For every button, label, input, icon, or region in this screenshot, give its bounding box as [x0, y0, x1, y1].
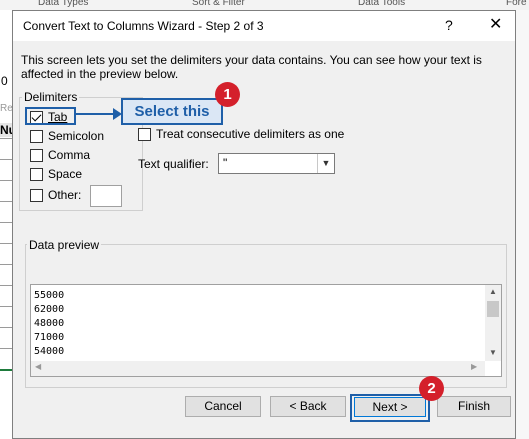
- title-bar: Convert Text to Columns Wizard - Step 2 …: [13, 11, 515, 41]
- select-this-callout: Select this: [121, 98, 223, 125]
- scroll-right-icon[interactable]: ▶: [471, 362, 477, 371]
- other-checkbox-row[interactable]: Other:: [30, 188, 81, 202]
- preview-line: 54000: [34, 346, 65, 357]
- data-preview-area[interactable]: 55000 62000 48000 71000 54000 ▲ ▼ ◀ ▶: [30, 284, 502, 377]
- dialog-description: This screen lets you set the delimiters …: [21, 53, 482, 81]
- consecutive-label: Treat consecutive delimiters as one: [156, 127, 345, 141]
- space-checkbox-row[interactable]: Space: [30, 167, 82, 181]
- chevron-down-icon[interactable]: ▼: [317, 154, 334, 173]
- row-fragment: Re: [0, 103, 13, 114]
- other-delimiter-input[interactable]: [90, 185, 122, 207]
- ribbon-item-data-types: Data Types: [38, 0, 89, 8]
- text-qualifier-select[interactable]: " ▼: [218, 153, 335, 174]
- preview-horizontal-scrollbar[interactable]: ◀ ▶: [31, 361, 485, 376]
- space-label: Space: [48, 167, 83, 181]
- delimiters-group-label: Delimiters: [22, 90, 80, 104]
- ribbon-item-data-tools: Data Tools: [358, 0, 406, 8]
- other-checkbox[interactable]: [30, 188, 43, 202]
- scroll-up-icon[interactable]: ▲: [489, 287, 497, 296]
- preview-line: 62000: [34, 304, 65, 315]
- consecutive-checkbox-row[interactable]: Treat consecutive delimiters as one: [138, 127, 344, 141]
- space-checkbox[interactable]: [30, 167, 43, 181]
- comma-checkbox[interactable]: [30, 148, 43, 162]
- cancel-button[interactable]: Cancel: [185, 396, 261, 417]
- step-badge-1: 1: [215, 82, 240, 107]
- ribbon-item-forecast: Fore: [506, 0, 527, 8]
- ribbon-item-sort-filter: Sort & Filter: [192, 0, 245, 8]
- next-button[interactable]: Next >: [354, 397, 426, 417]
- back-button[interactable]: < Back: [270, 396, 346, 417]
- left-fragment: 0: [1, 74, 8, 88]
- data-preview-label: Data preview: [27, 238, 102, 252]
- consecutive-checkbox[interactable]: [138, 127, 151, 141]
- preview-line: 55000: [34, 290, 65, 301]
- text-qualifier-label: Text qualifier:: [138, 157, 209, 171]
- other-label: Other:: [48, 188, 82, 202]
- step-badge-2: 2: [419, 376, 444, 401]
- scroll-left-icon[interactable]: ◀: [35, 362, 41, 371]
- preview-line: 71000: [34, 332, 65, 343]
- text-to-columns-dialog: Convert Text to Columns Wizard - Step 2 …: [12, 10, 516, 439]
- scroll-down-icon[interactable]: ▼: [489, 348, 497, 357]
- preview-vertical-scrollbar[interactable]: ▲ ▼: [485, 285, 501, 361]
- excel-ribbon-background: Data Types Sort & Filter Data Tools Fore: [0, 0, 529, 10]
- semicolon-label: Semicolon: [48, 129, 105, 143]
- semicolon-checkbox-row[interactable]: Semicolon: [30, 129, 104, 143]
- text-qualifier-value: ": [223, 156, 228, 170]
- close-button[interactable]: ✕: [489, 14, 502, 34]
- comma-checkbox-row[interactable]: Comma: [30, 148, 90, 162]
- excel-sheet-left-strip: 0 Re Nu: [0, 10, 16, 439]
- callout-arrow-line: [76, 113, 114, 115]
- preview-line: 48000: [34, 318, 65, 329]
- help-button[interactable]: ?: [445, 17, 453, 33]
- tab-highlight-box: [25, 107, 76, 125]
- scrollbar-thumb[interactable]: [487, 301, 499, 317]
- dialog-title: Convert Text to Columns Wizard - Step 2 …: [23, 19, 264, 33]
- comma-label: Comma: [48, 148, 91, 162]
- semicolon-checkbox[interactable]: [30, 129, 43, 143]
- excel-sheet-right-strip: [516, 10, 529, 439]
- finish-button[interactable]: Finish: [437, 396, 511, 417]
